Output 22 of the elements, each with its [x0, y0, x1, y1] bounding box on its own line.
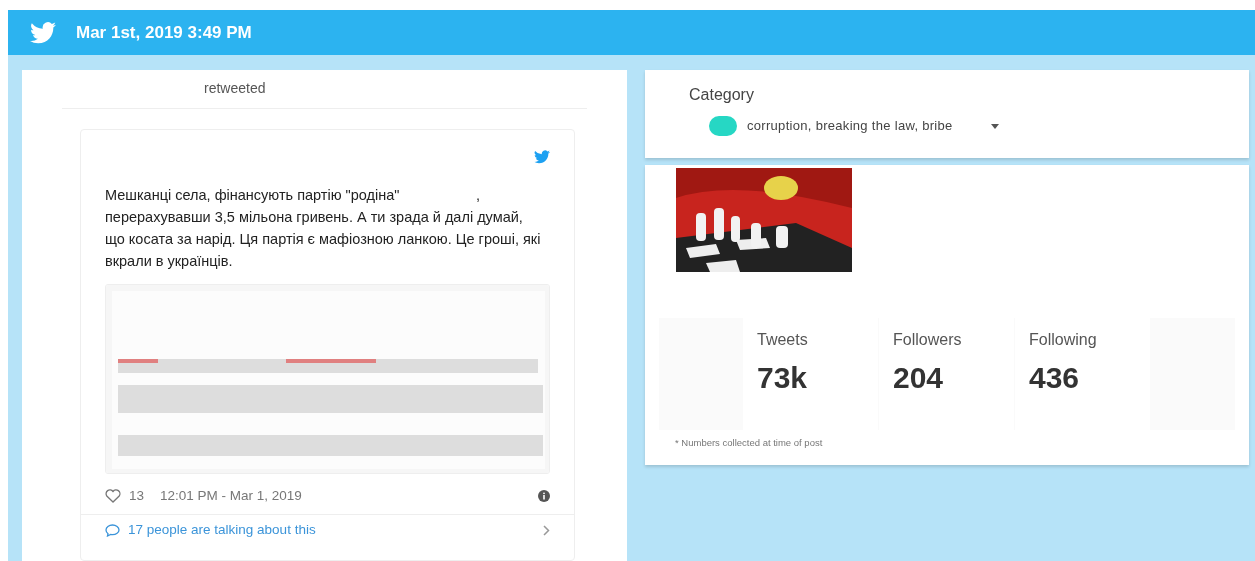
comment-icon: [105, 523, 120, 537]
category-label: Category: [689, 85, 755, 105]
tweet-time[interactable]: 12:01 PM - Mar 1, 2019: [160, 486, 302, 507]
caret-down-icon: [990, 123, 999, 129]
conversation-link[interactable]: 17 people are talking about this: [81, 514, 574, 541]
stat-label: Followers: [893, 330, 963, 350]
stats-note: * Numbers collected at time of post: [675, 436, 824, 450]
info-icon[interactable]: [538, 490, 550, 503]
tweet-text: Мешканці села, фінансують партію "родіна" , перерахувавши 3,5 мільона гривень. А ти зрада й далі думай, що косата за нарід. Ця партія є мафіозною ланкою. Це гроші, які вкрали в українців.: [105, 186, 542, 271]
bird-icon: [534, 150, 550, 164]
stat-label: Following: [1029, 330, 1098, 350]
stat-value: 204: [893, 360, 945, 396]
stat-value: 436: [1029, 360, 1081, 396]
stat-label: Tweets: [757, 330, 809, 350]
bird-icon: [30, 21, 56, 44]
timestamp: Mar 1st, 2019 3:49 PM: [76, 21, 252, 44]
heart-icon[interactable]: [105, 489, 121, 504]
stat-value: 73k: [757, 360, 809, 396]
retweeted-label: retweeted: [204, 80, 266, 96]
chevron-right-icon: [543, 524, 550, 536]
like-count: 13: [129, 487, 145, 505]
category-dropdown[interactable]: corruption, breaking the law, bribe: [709, 116, 1089, 136]
